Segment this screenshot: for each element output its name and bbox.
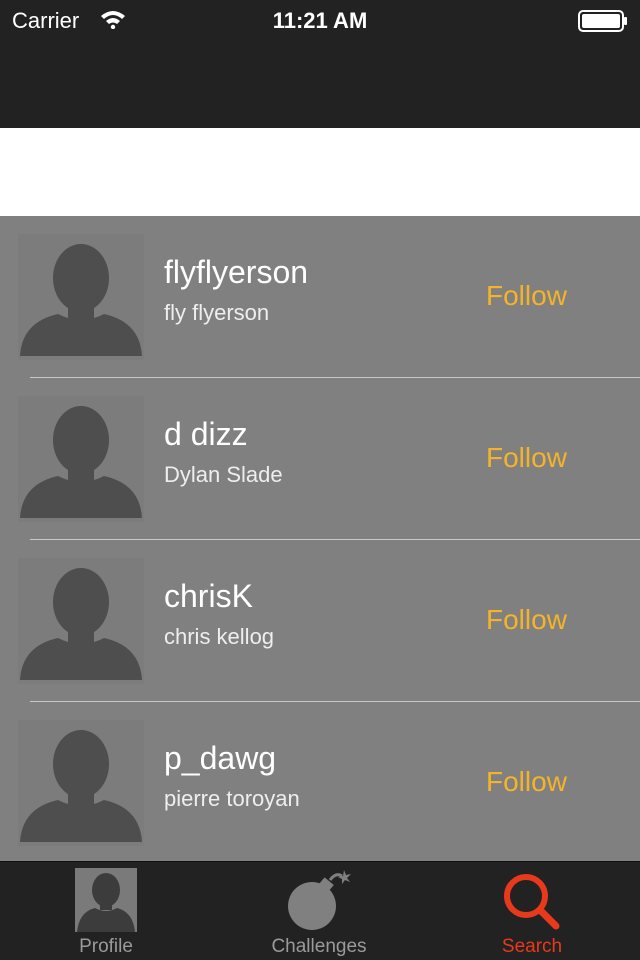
search-input[interactable]	[0, 128, 640, 216]
avatar-placeholder-icon	[18, 396, 144, 522]
avatar-placeholder-icon	[18, 234, 144, 360]
tab-search[interactable]: Search	[426, 862, 638, 960]
user-row[interactable]: p_dawg pierre toroyan Follow	[0, 702, 640, 861]
bomb-icon	[213, 868, 425, 932]
username: p_dawg	[164, 740, 277, 776]
tab-profile[interactable]: Profile	[0, 862, 212, 960]
tab-label: Challenges	[271, 936, 367, 957]
follow-button[interactable]: Follow	[486, 442, 567, 474]
full-name: fly flyerson	[164, 300, 270, 325]
full-name: chris kellog	[164, 624, 275, 649]
search-bar	[0, 128, 640, 216]
tab-label: Search	[501, 936, 563, 957]
username: chrisK	[164, 578, 253, 614]
tab-challenges[interactable]: Challenges	[213, 862, 425, 960]
search-icon	[426, 868, 638, 932]
follow-button[interactable]: Follow	[486, 766, 567, 798]
follow-button[interactable]: Follow	[486, 604, 567, 636]
person-icon	[0, 868, 212, 932]
battery-icon	[578, 10, 628, 37]
follow-button[interactable]: Follow	[486, 280, 567, 312]
username: d dizz	[164, 416, 248, 452]
tab-bar: Profile Challenges Search	[0, 861, 640, 960]
full-name: Dylan Slade	[164, 462, 283, 487]
user-row[interactable]: flyflyerson fly flyerson Follow	[0, 216, 640, 378]
status-bar: Carrier 11:21 AM	[0, 0, 640, 40]
tab-label: Profile	[79, 936, 133, 957]
user-results-list: flyflyerson fly flyerson Follow d dizz D…	[0, 216, 640, 861]
avatar-placeholder-icon	[18, 720, 144, 846]
full-name: pierre toroyan	[164, 786, 300, 811]
avatar-placeholder-icon	[18, 558, 144, 684]
navigation-bar	[0, 40, 640, 128]
user-row[interactable]: d dizz Dylan Slade Follow	[0, 378, 640, 540]
username: flyflyerson	[164, 254, 309, 290]
user-row[interactable]: chrisK chris kellog Follow	[0, 540, 640, 702]
status-time: 11:21 AM	[272, 8, 368, 33]
